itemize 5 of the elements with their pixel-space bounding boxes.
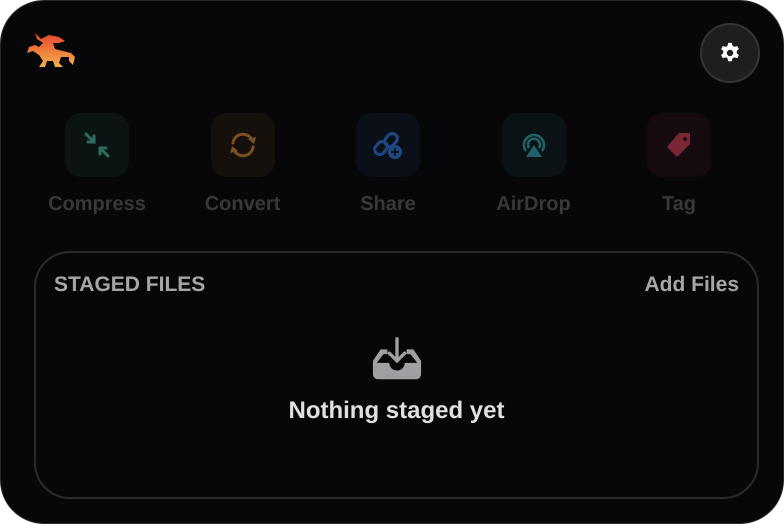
section-title: STAGED FILES [54,273,206,297]
add-files-button[interactable]: Add Files [644,273,739,297]
empty-state-message: Nothing staged yet [288,397,504,425]
inbox-download-icon [370,337,422,381]
settings-icon [719,42,741,64]
